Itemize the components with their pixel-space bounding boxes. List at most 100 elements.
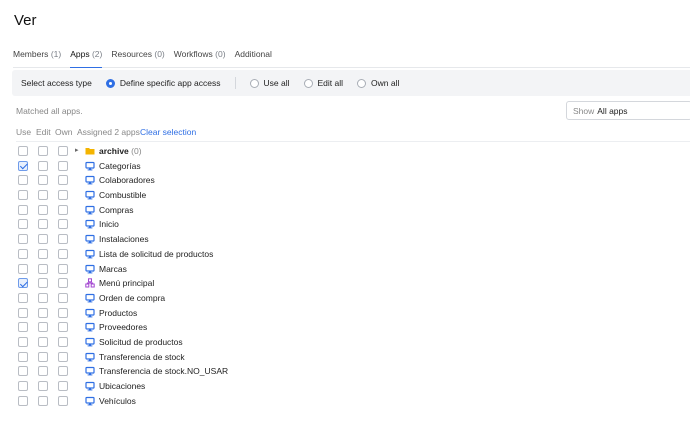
- own-checkbox[interactable]: [58, 366, 68, 377]
- clear-selection-link[interactable]: Clear selection: [140, 127, 196, 137]
- access-type-label: Select access type: [21, 78, 92, 88]
- app-row: Ubicaciones: [0, 379, 690, 394]
- own-checkbox[interactable]: [58, 190, 68, 201]
- use-checkbox[interactable]: [18, 263, 28, 274]
- own-checkbox[interactable]: [58, 336, 68, 347]
- use-checkbox[interactable]: [18, 307, 28, 318]
- app-icon: [85, 234, 95, 244]
- edit-checkbox[interactable]: [38, 204, 48, 215]
- app-name: Colaboradores: [99, 175, 155, 185]
- edit-checkbox[interactable]: [38, 263, 48, 274]
- app-icon: [85, 175, 95, 185]
- app-name: archive (0): [99, 146, 142, 156]
- edit-checkbox[interactable]: [38, 366, 48, 377]
- use-checkbox[interactable]: [18, 190, 28, 201]
- use-checkbox[interactable]: [18, 351, 28, 362]
- edit-checkbox[interactable]: [38, 146, 48, 156]
- use-checkbox[interactable]: [18, 248, 28, 259]
- app-icon: [85, 219, 95, 229]
- edit-checkbox[interactable]: [38, 190, 48, 201]
- own-checkbox[interactable]: [58, 204, 68, 215]
- radio-checked-icon: [105, 78, 115, 88]
- edit-checkbox[interactable]: [38, 248, 48, 259]
- app-name-text: Solicitud de productos: [99, 336, 183, 347]
- app-icon: [85, 322, 95, 332]
- use-checkbox[interactable]: [18, 234, 28, 245]
- tab-apps[interactable]: Apps (2): [70, 49, 103, 68]
- folder-icon: [85, 146, 95, 156]
- tab-label: Members: [13, 49, 49, 59]
- edit-checkbox[interactable]: [38, 160, 48, 171]
- app-icon: [85, 308, 95, 318]
- edit-checkbox[interactable]: [38, 381, 48, 391]
- tab-count: (0): [215, 49, 226, 59]
- app-name: Categorías: [99, 161, 141, 171]
- own-checkbox[interactable]: [58, 146, 68, 156]
- edit-checkbox[interactable]: [38, 307, 48, 318]
- tab-resources[interactable]: Resources (0): [111, 49, 164, 67]
- app-name-text: Vehículos: [99, 395, 136, 406]
- own-checkbox[interactable]: [58, 395, 68, 406]
- use-checkbox[interactable]: [18, 292, 28, 303]
- edit-checkbox[interactable]: [38, 322, 48, 333]
- app-icon: [85, 205, 95, 215]
- app-name-text: Colaboradores: [99, 175, 155, 186]
- use-checkbox[interactable]: [18, 204, 28, 215]
- own-checkbox[interactable]: [58, 263, 68, 274]
- edit-checkbox[interactable]: [38, 395, 48, 406]
- edit-checkbox[interactable]: [38, 175, 48, 186]
- own-checkbox[interactable]: [58, 248, 68, 259]
- edit-checkbox[interactable]: [38, 219, 48, 230]
- radio-use-all[interactable]: Use all: [249, 78, 290, 88]
- own-checkbox[interactable]: [58, 278, 68, 289]
- tab-label: Resources: [111, 49, 152, 59]
- own-checkbox[interactable]: [58, 381, 68, 391]
- own-checkbox[interactable]: [58, 322, 68, 333]
- tab-count: (0): [154, 49, 165, 59]
- app-row: Menú principal: [0, 276, 690, 291]
- edit-checkbox[interactable]: [38, 351, 48, 362]
- app-row: ▸ archive (0): [0, 144, 690, 159]
- use-checkbox[interactable]: [18, 395, 28, 406]
- app-icon: [85, 337, 95, 347]
- use-checkbox[interactable]: [18, 366, 28, 377]
- own-checkbox[interactable]: [58, 351, 68, 362]
- app-icon: [85, 352, 95, 362]
- use-checkbox[interactable]: [18, 160, 28, 171]
- tab-label: Additional: [234, 49, 272, 59]
- use-checkbox[interactable]: [18, 278, 28, 289]
- app-name: Marcas: [99, 264, 127, 274]
- access-type-bar: Select access type Define specific app a…: [12, 70, 690, 96]
- radio-define-specific[interactable]: Define specific app access: [105, 78, 221, 88]
- edit-checkbox[interactable]: [38, 234, 48, 245]
- edit-checkbox[interactable]: [38, 278, 48, 289]
- tab-members[interactable]: Members (1): [13, 49, 61, 67]
- show-filter-select[interactable]: Show All apps: [566, 101, 690, 120]
- app-row: Colaboradores: [0, 173, 690, 188]
- tab-workflows[interactable]: Workflows (0): [174, 49, 226, 67]
- use-checkbox[interactable]: [18, 336, 28, 347]
- use-checkbox[interactable]: [18, 175, 28, 186]
- own-checkbox[interactable]: [58, 175, 68, 186]
- use-checkbox[interactable]: [18, 322, 28, 333]
- app-name: Proveedores: [99, 322, 147, 332]
- app-name-text: Productos: [99, 307, 138, 318]
- own-checkbox[interactable]: [58, 160, 68, 171]
- own-checkbox[interactable]: [58, 307, 68, 318]
- radio-own-all[interactable]: Own all: [357, 78, 399, 88]
- chevron-right-icon[interactable]: ▸: [75, 146, 79, 154]
- tab-additional[interactable]: Additional: [235, 49, 272, 67]
- column-use: Use: [16, 127, 32, 137]
- own-checkbox[interactable]: [58, 219, 68, 230]
- app-name-text: Lista de solicitud de productos: [99, 248, 214, 259]
- app-row: Combustible: [0, 188, 690, 203]
- edit-checkbox[interactable]: [38, 336, 48, 347]
- own-checkbox[interactable]: [58, 234, 68, 245]
- use-checkbox[interactable]: [18, 219, 28, 230]
- radio-unchecked-icon: [303, 78, 313, 88]
- radio-edit-all[interactable]: Edit all: [303, 78, 343, 88]
- use-checkbox[interactable]: [18, 146, 28, 156]
- use-checkbox[interactable]: [18, 381, 28, 391]
- edit-checkbox[interactable]: [38, 292, 48, 303]
- own-checkbox[interactable]: [58, 292, 68, 303]
